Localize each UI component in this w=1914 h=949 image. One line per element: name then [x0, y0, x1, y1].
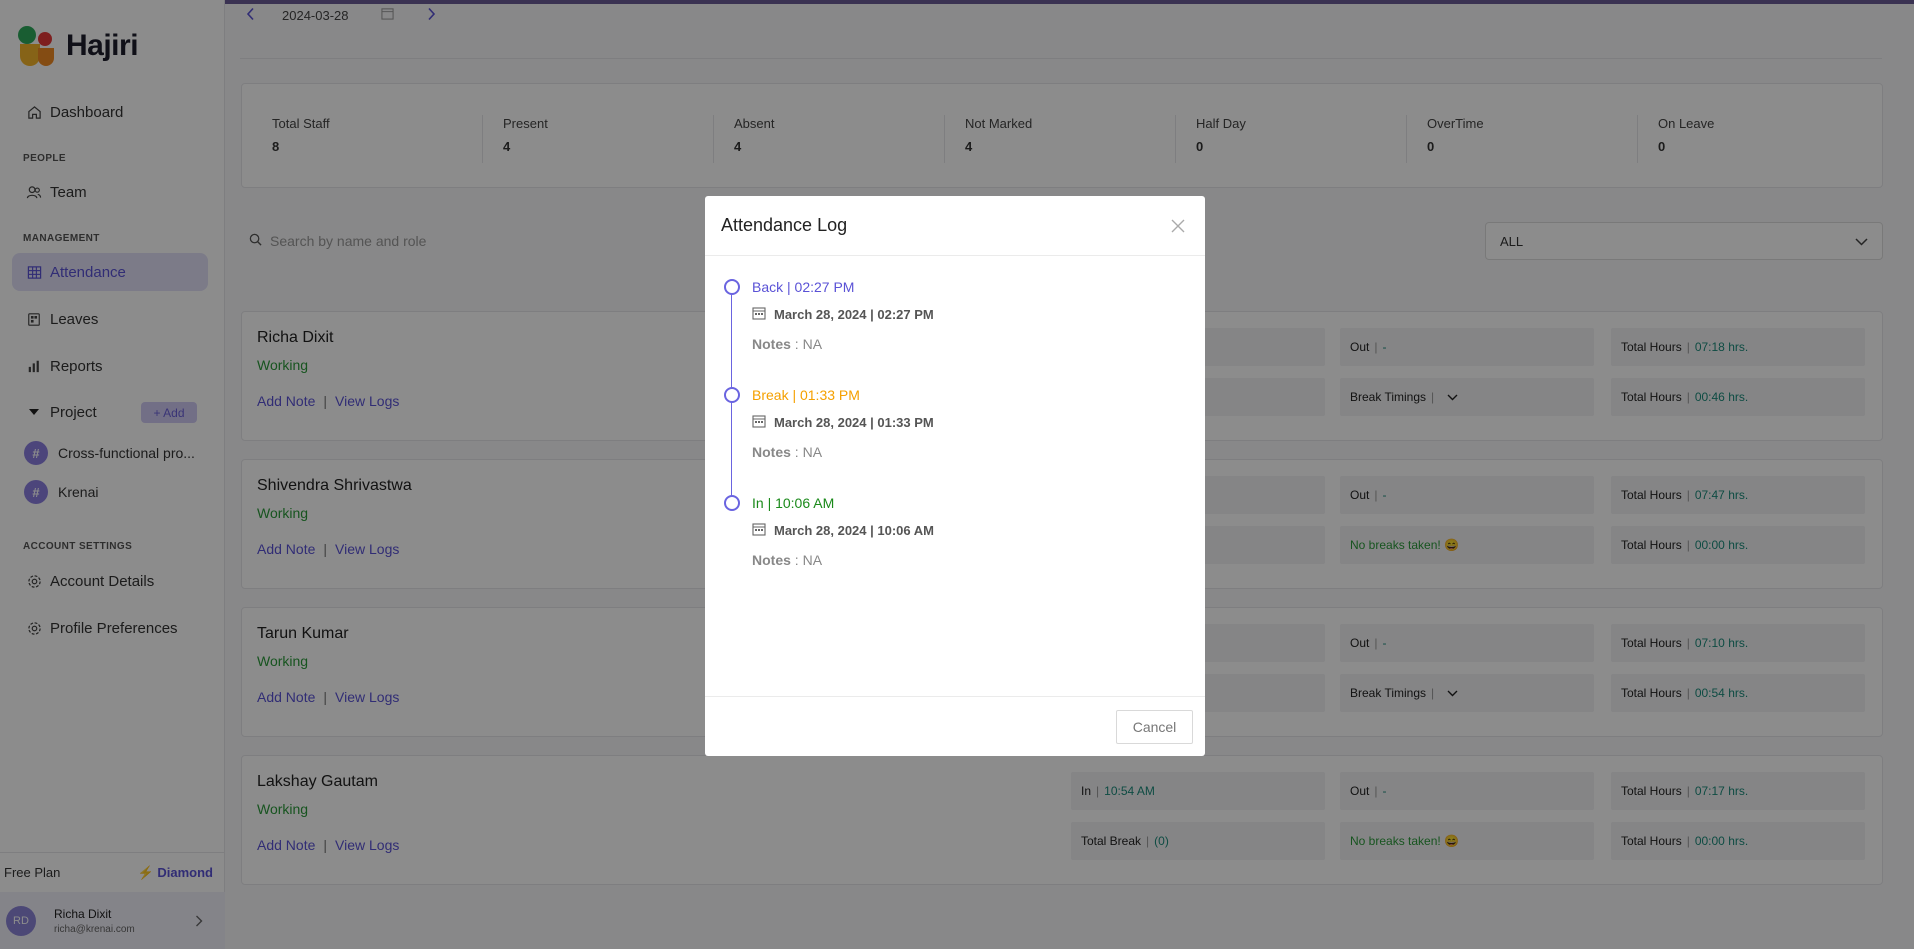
log-entry-notes: Notes : NA [752, 552, 822, 568]
log-entry-date: March 28, 2024 | 02:27 PM [752, 306, 934, 323]
timeline-dot [724, 495, 740, 511]
log-entry-date: March 28, 2024 | 10:06 AM [752, 522, 934, 539]
notes-value: NA [802, 552, 823, 568]
calendar-icon [752, 306, 766, 323]
modal-footer: Cancel [705, 696, 1205, 756]
notes-separator: : [794, 552, 799, 568]
log-entry-date-text: March 28, 2024 | 01:33 PM [774, 415, 934, 430]
log-entry-heading: Back | 02:27 PM [752, 279, 855, 295]
close-icon[interactable] [1168, 216, 1188, 236]
notes-value: NA [802, 336, 823, 352]
cancel-button[interactable]: Cancel [1116, 710, 1193, 744]
log-entry-notes: Notes : NA [752, 444, 822, 460]
log-entry-date-text: March 28, 2024 | 02:27 PM [774, 307, 934, 322]
calendar-icon [752, 414, 766, 431]
timeline-dot [724, 279, 740, 295]
notes-separator: : [794, 336, 799, 352]
log-entry-notes: Notes : NA [752, 336, 822, 352]
modal-title: Attendance Log [721, 215, 848, 235]
notes-label: Notes [752, 444, 791, 460]
log-entry-heading: In | 10:06 AM [752, 495, 835, 511]
attendance-log-modal: Attendance Log Back | 02:27 PM March 28,… [705, 196, 1205, 756]
notes-value: NA [802, 444, 823, 460]
calendar-icon [752, 522, 766, 539]
notes-label: Notes [752, 336, 791, 352]
log-entry-date-text: March 28, 2024 | 10:06 AM [774, 523, 934, 538]
log-entry-heading: Break | 01:33 PM [752, 387, 860, 403]
notes-label: Notes [752, 552, 791, 568]
timeline-dot [724, 387, 740, 403]
log-entry-date: March 28, 2024 | 01:33 PM [752, 414, 934, 431]
notes-separator: : [794, 444, 799, 460]
